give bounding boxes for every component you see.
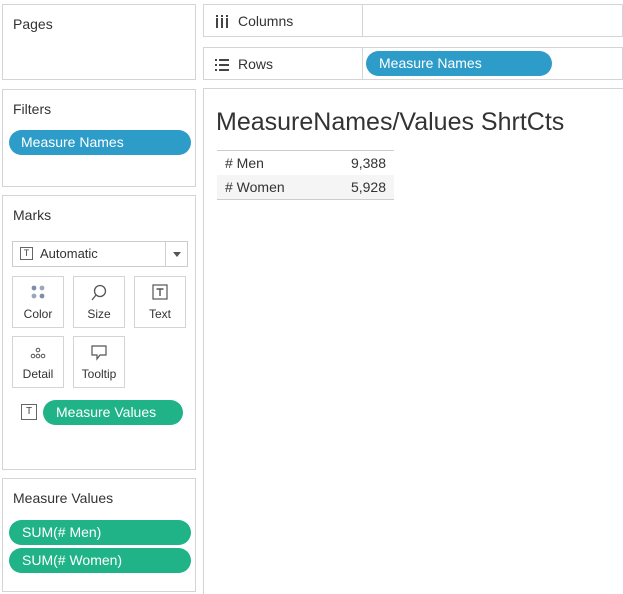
- measure-values-card-title: Measure Values: [13, 490, 114, 506]
- speech-bubble-icon: [74, 343, 124, 363]
- view-title: MeasureNames/Values ShrtCts: [216, 108, 565, 136]
- marks-pill-measure-values[interactable]: Measure Values: [43, 400, 183, 425]
- filter-pill-measure-names[interactable]: Measure Names: [9, 130, 191, 155]
- size-lasso-icon: [74, 283, 124, 303]
- mark-type-dropdown[interactable]: T Automatic: [12, 241, 188, 267]
- columns-icon: [216, 15, 228, 28]
- marks-card-title: Marks: [13, 207, 52, 223]
- rows-shelf-label-area: Rows: [204, 48, 363, 79]
- rows-icon: [215, 59, 229, 71]
- text-button-label: Text: [148, 307, 171, 321]
- mark-type-label: Automatic: [40, 246, 98, 261]
- measure-values-card: Measure Values SUM(# Men) SUM(# Women): [2, 478, 196, 592]
- text-field-icon: T: [21, 404, 37, 420]
- filters-card-title: Filters: [13, 101, 52, 117]
- detail-button[interactable]: Detail: [12, 336, 64, 388]
- filters-card[interactable]: Filters Measure Names: [2, 89, 196, 187]
- rows-pill-measure-names[interactable]: Measure Names: [366, 51, 552, 76]
- tooltip-button[interactable]: Tooltip: [73, 336, 125, 388]
- row-value-women: 5,928: [322, 175, 394, 200]
- row-label-women: # Women: [217, 175, 323, 200]
- columns-shelf-label-area: Columns: [204, 5, 363, 36]
- automatic-mark-icon: T: [20, 247, 33, 260]
- text-box-icon: [135, 283, 185, 303]
- text-button[interactable]: Text: [134, 276, 186, 328]
- size-button-label: Size: [87, 307, 111, 321]
- detail-button-label: Detail: [22, 367, 54, 381]
- dropdown-divider: [165, 242, 166, 266]
- measure-pill-sum-men[interactable]: SUM(# Men): [9, 520, 191, 545]
- measure-table: # Men 9,388 # Women 5,928: [217, 150, 394, 200]
- table-row[interactable]: # Women 5,928: [217, 175, 394, 200]
- marks-card: Marks T Automatic Color Size Text Detail: [2, 195, 196, 470]
- size-button[interactable]: Size: [73, 276, 125, 328]
- tooltip-button-label: Tooltip: [81, 367, 117, 381]
- color-dots-icon: [13, 283, 63, 303]
- row-label-men: # Men: [217, 150, 323, 175]
- color-button-label: Color: [23, 307, 53, 321]
- pages-card[interactable]: Pages: [2, 4, 196, 80]
- rows-shelf-label: Rows: [238, 56, 274, 72]
- measure-pill-sum-women[interactable]: SUM(# Women): [9, 548, 191, 573]
- table-row[interactable]: # Men 9,388: [217, 150, 394, 175]
- row-value-men: 9,388: [322, 150, 394, 175]
- pages-card-title: Pages: [13, 16, 53, 32]
- detail-dots-icon: [13, 343, 63, 363]
- columns-shelf-label: Columns: [238, 13, 294, 29]
- columns-shelf[interactable]: Columns: [203, 4, 623, 37]
- rows-shelf[interactable]: Rows Measure Names: [203, 47, 623, 80]
- chevron-down-icon[interactable]: [173, 252, 181, 257]
- color-button[interactable]: Color: [12, 276, 64, 328]
